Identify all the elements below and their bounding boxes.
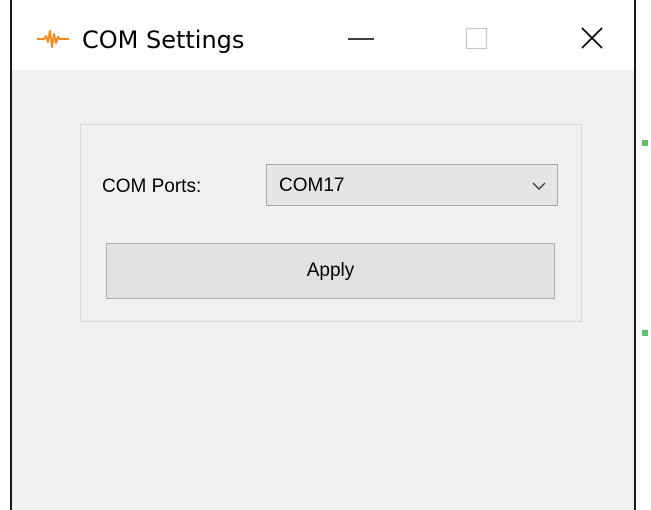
apply-button[interactable]: Apply [106,243,555,299]
background-edge-mark [642,140,648,146]
com-settings-window: COM Settings COM Ports: COM17 Apply [10,0,636,510]
waveform-icon [36,28,70,50]
minimize-button[interactable] [340,18,388,62]
close-button[interactable] [572,18,620,62]
maximize-button[interactable] [456,18,504,62]
com-ports-selected-value: COM17 [279,175,345,196]
com-ports-dropdown[interactable]: COM17 [266,164,558,206]
maximize-icon [465,27,488,50]
background-edge-mark [642,330,648,336]
close-icon [581,27,603,49]
chevron-down-icon [531,179,547,197]
title-bar[interactable]: COM Settings [12,0,634,70]
window-title: COM Settings [82,26,245,54]
com-ports-label: COM Ports: [102,176,202,197]
minimize-icon [348,38,374,40]
